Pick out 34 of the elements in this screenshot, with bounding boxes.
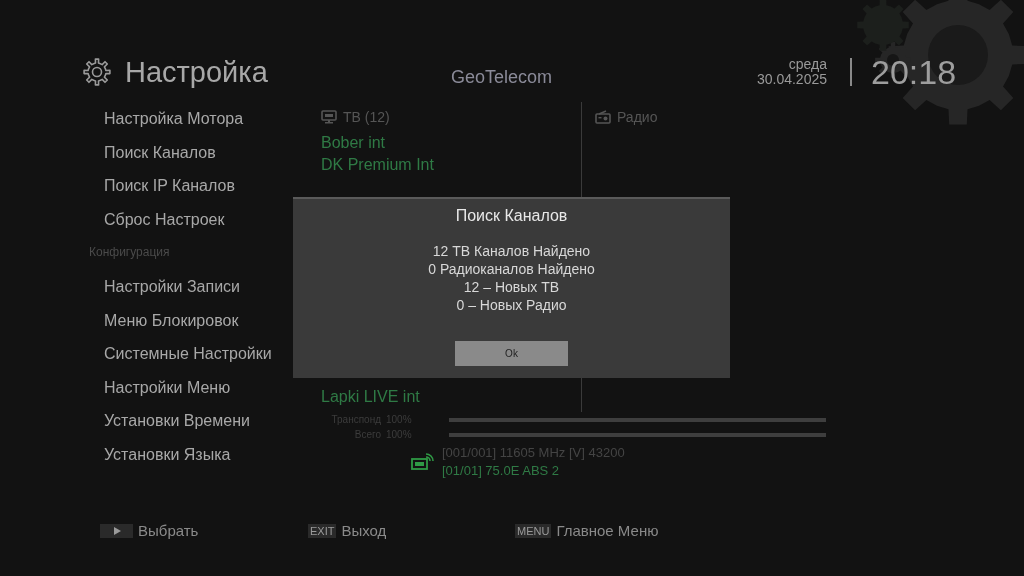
- menu-item[interactable]: Настройки Меню: [89, 370, 306, 405]
- clock-time: 20:18: [871, 52, 957, 92]
- list-heading: ТВ (12): [343, 109, 390, 125]
- page-title: Настройка: [125, 55, 268, 89]
- menu-item[interactable]: Установки Времени: [89, 404, 306, 438]
- dialog-message: 12 ТВ Каналов Найдено: [432, 242, 591, 260]
- channel-item[interactable]: Lapki LIVE int: [321, 386, 581, 408]
- settings-icon: [81, 56, 113, 88]
- hint-text: Выход: [341, 522, 387, 539]
- channel-item[interactable]: Bober int: [321, 132, 581, 154]
- section-heading: Конфигурация: [89, 244, 171, 262]
- hint-text: Главное Меню: [556, 522, 659, 539]
- radio-icon: [595, 110, 611, 124]
- channel-item[interactable]: DK Premium Int: [321, 154, 581, 176]
- satellite-info: [01/01] 75.0E ABS 2: [442, 462, 561, 480]
- list-heading: Радио: [617, 109, 658, 125]
- menu-item[interactable]: Поиск Каналов: [89, 135, 306, 170]
- monitor-icon: [321, 110, 337, 124]
- menu-item[interactable]: Поиск IP Каналов: [89, 169, 306, 203]
- hint-text: Выбрать: [138, 522, 199, 539]
- menu-item[interactable]: Установки Языка: [89, 437, 306, 472]
- play-key-icon: [100, 523, 133, 538]
- satellite-signal-icon: [411, 453, 435, 471]
- dialog-message: 0 Радиоканалов Найдено: [428, 260, 595, 278]
- dialog-message: 0 – Новых Радио: [456, 296, 567, 314]
- key-label: EXIT: [308, 523, 337, 538]
- key-label: MENU: [515, 523, 552, 538]
- provider-name: GeoTelecom: [451, 66, 554, 88]
- ok-button[interactable]: Ok: [455, 341, 568, 366]
- weekday-text: среда: [788, 57, 827, 72]
- dialog-title: Поиск Каналов: [455, 207, 568, 225]
- date-text: 30.04.2025: [756, 72, 827, 87]
- dialog-message: 12 – Новых ТВ: [463, 278, 560, 296]
- menu-item[interactable]: Настройка Мотора: [89, 102, 306, 136]
